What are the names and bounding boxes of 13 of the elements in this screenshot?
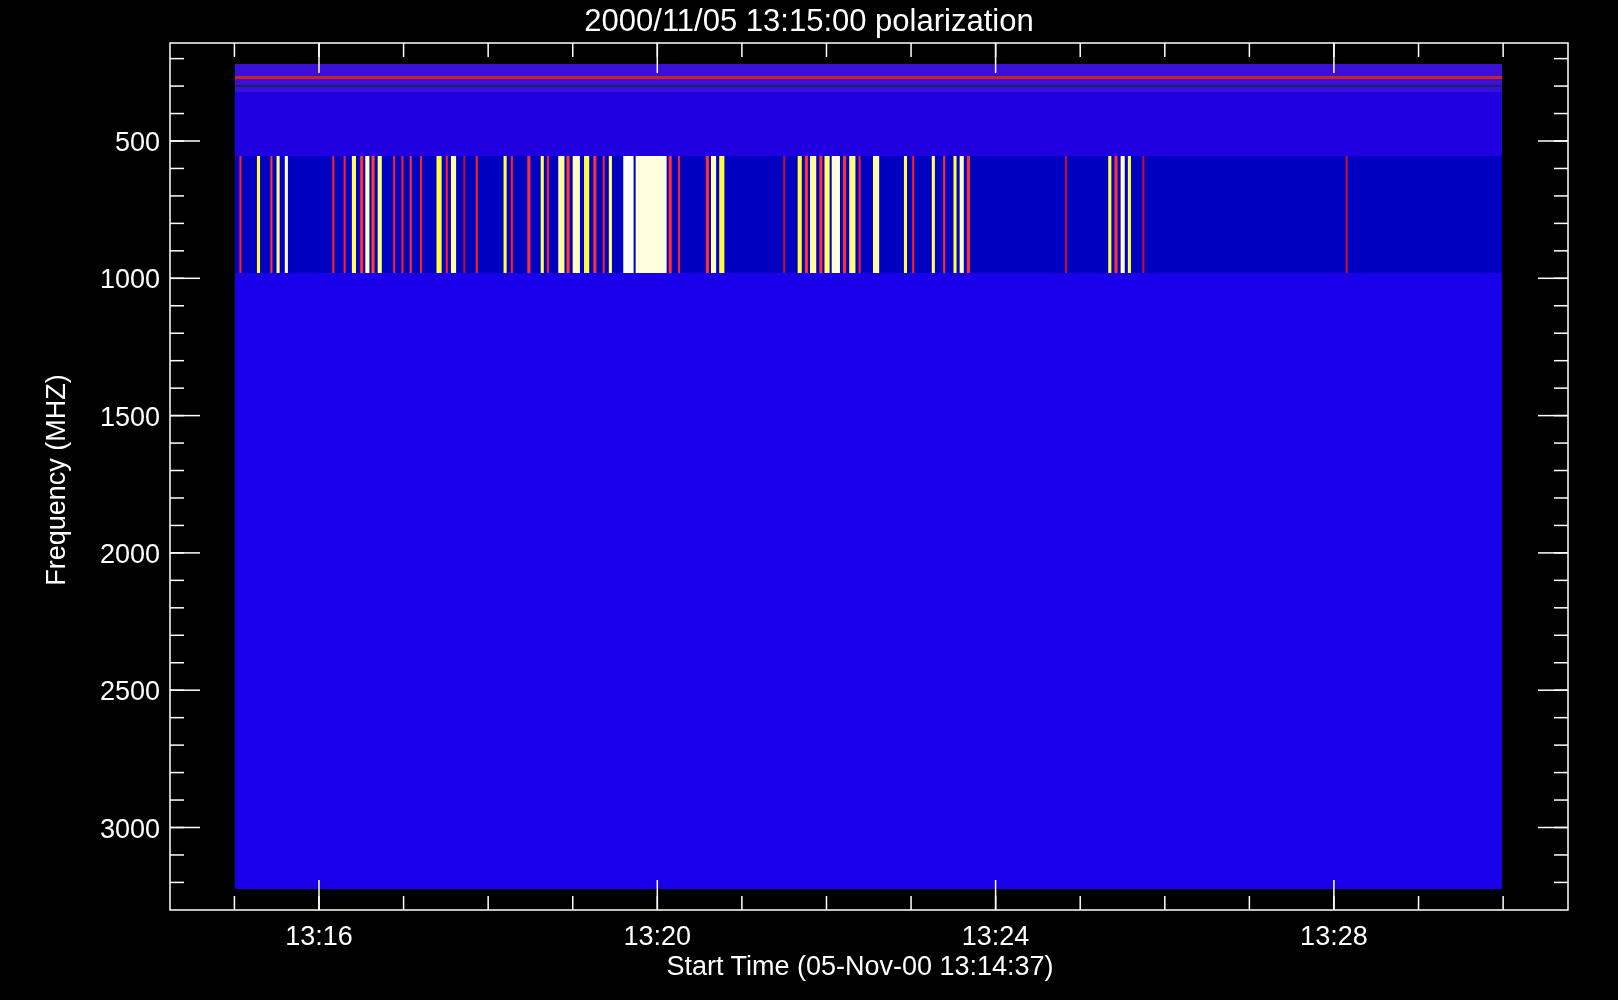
- y-tick-label: 1500: [99, 401, 160, 432]
- y-axis-label: Frequency (MHZ): [41, 374, 71, 586]
- x-axis-label: Start Time (05-Nov-00 13:14:37): [666, 951, 1054, 981]
- plot-title: 2000/11/05 13:15:00 polarization: [584, 3, 1034, 38]
- y-tick-label: 3000: [99, 813, 160, 844]
- x-tick-label: 13:16: [285, 921, 353, 951]
- y-tick-label: 2000: [99, 538, 160, 569]
- y-tick-label: 500: [114, 127, 160, 157]
- y-tick-label: 2500: [99, 676, 160, 707]
- x-tick-label: 13:24: [961, 921, 1030, 951]
- y-tick-label: 1000: [99, 264, 160, 295]
- x-tick-label: 13:20: [623, 921, 692, 951]
- x-tick-label: 13:28: [1300, 921, 1368, 951]
